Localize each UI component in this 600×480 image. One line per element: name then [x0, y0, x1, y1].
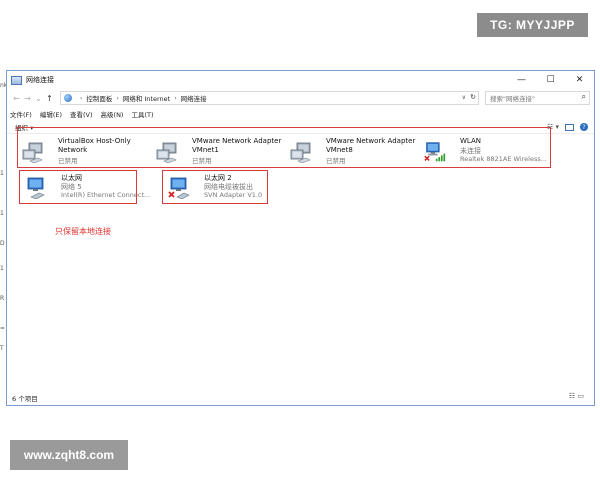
minimize-button[interactable]: — — [507, 71, 536, 89]
chevron-right-icon: › — [174, 94, 177, 102]
menu-advanced[interactable]: 高级(N) — [101, 109, 124, 119]
breadcrumb-network-connections[interactable]: 网络连接 — [181, 93, 207, 103]
recent-locations-icon[interactable]: ⌄ — [33, 94, 44, 103]
chevron-right-icon: › — [80, 94, 83, 102]
help-icon[interactable]: ? — [580, 123, 588, 131]
highlight-box-ethernet-2 — [162, 170, 268, 204]
highlight-box-ethernet — [19, 170, 137, 204]
chevron-down-icon[interactable]: ∨ — [462, 94, 466, 101]
search-input[interactable]: 搜索"网络连接" ⌕ — [485, 91, 590, 105]
address-bar[interactable]: › 控制面板 › 网络和 Internet › 网络连接 ∨ ↻ — [60, 91, 479, 105]
maximize-button[interactable]: ☐ — [536, 71, 565, 89]
forward-arrow-icon[interactable]: → — [22, 94, 33, 103]
search-placeholder: 搜索"网络连接" — [490, 95, 535, 103]
menu-bar: 文件(F) 编辑(E) 查看(V) 高级(N) 工具(T) — [7, 108, 594, 120]
view-controls: ☷ ▾ ? — [547, 121, 588, 133]
chevron-right-icon: › — [116, 94, 119, 102]
back-arrow-icon[interactable]: ← — [11, 94, 22, 103]
breadcrumb-network-internet[interactable]: 网络和 Internet — [123, 93, 170, 103]
status-item-count: 6 个项目 — [12, 395, 38, 403]
annotation-note: 只保留本地连接 — [55, 227, 111, 236]
preview-pane-icon[interactable] — [565, 123, 574, 131]
window-title: 网络连接 — [26, 76, 54, 84]
network-connections-window: 网络连接 — ☐ ✕ ← → ⌄ ↑ › 控制面板 › 网络和 Internet… — [6, 70, 595, 406]
menu-view[interactable]: 查看(V) — [70, 109, 93, 119]
search-icon[interactable]: ⌕ — [582, 92, 586, 102]
menu-edit[interactable]: 编辑(E) — [40, 109, 62, 119]
title-bar: 网络连接 — ☐ ✕ — [7, 71, 594, 89]
menu-tools[interactable]: 工具(T) — [131, 109, 153, 119]
breadcrumb-control-panel[interactable]: 控制面板 — [86, 93, 112, 103]
control-panel-icon — [64, 94, 72, 102]
watermark-top: TG: MYYJJPP — [477, 13, 588, 37]
address-row: ← → ⌄ ↑ › 控制面板 › 网络和 Internet › 网络连接 ∨ ↻… — [7, 90, 594, 107]
refresh-icon[interactable]: ↻ — [470, 93, 476, 101]
highlight-box-virtual-adapters — [17, 127, 551, 168]
view-toggle-icons[interactable]: ☷ ▭ — [569, 392, 584, 400]
menu-file[interactable]: 文件(F) — [10, 109, 32, 119]
window-controls: — ☐ ✕ — [507, 71, 594, 89]
up-arrow-icon[interactable]: ↑ — [44, 94, 55, 103]
close-button[interactable]: ✕ — [565, 71, 594, 89]
watermark-bottom: www.zqht8.com — [10, 440, 128, 470]
network-folder-icon — [11, 75, 22, 85]
